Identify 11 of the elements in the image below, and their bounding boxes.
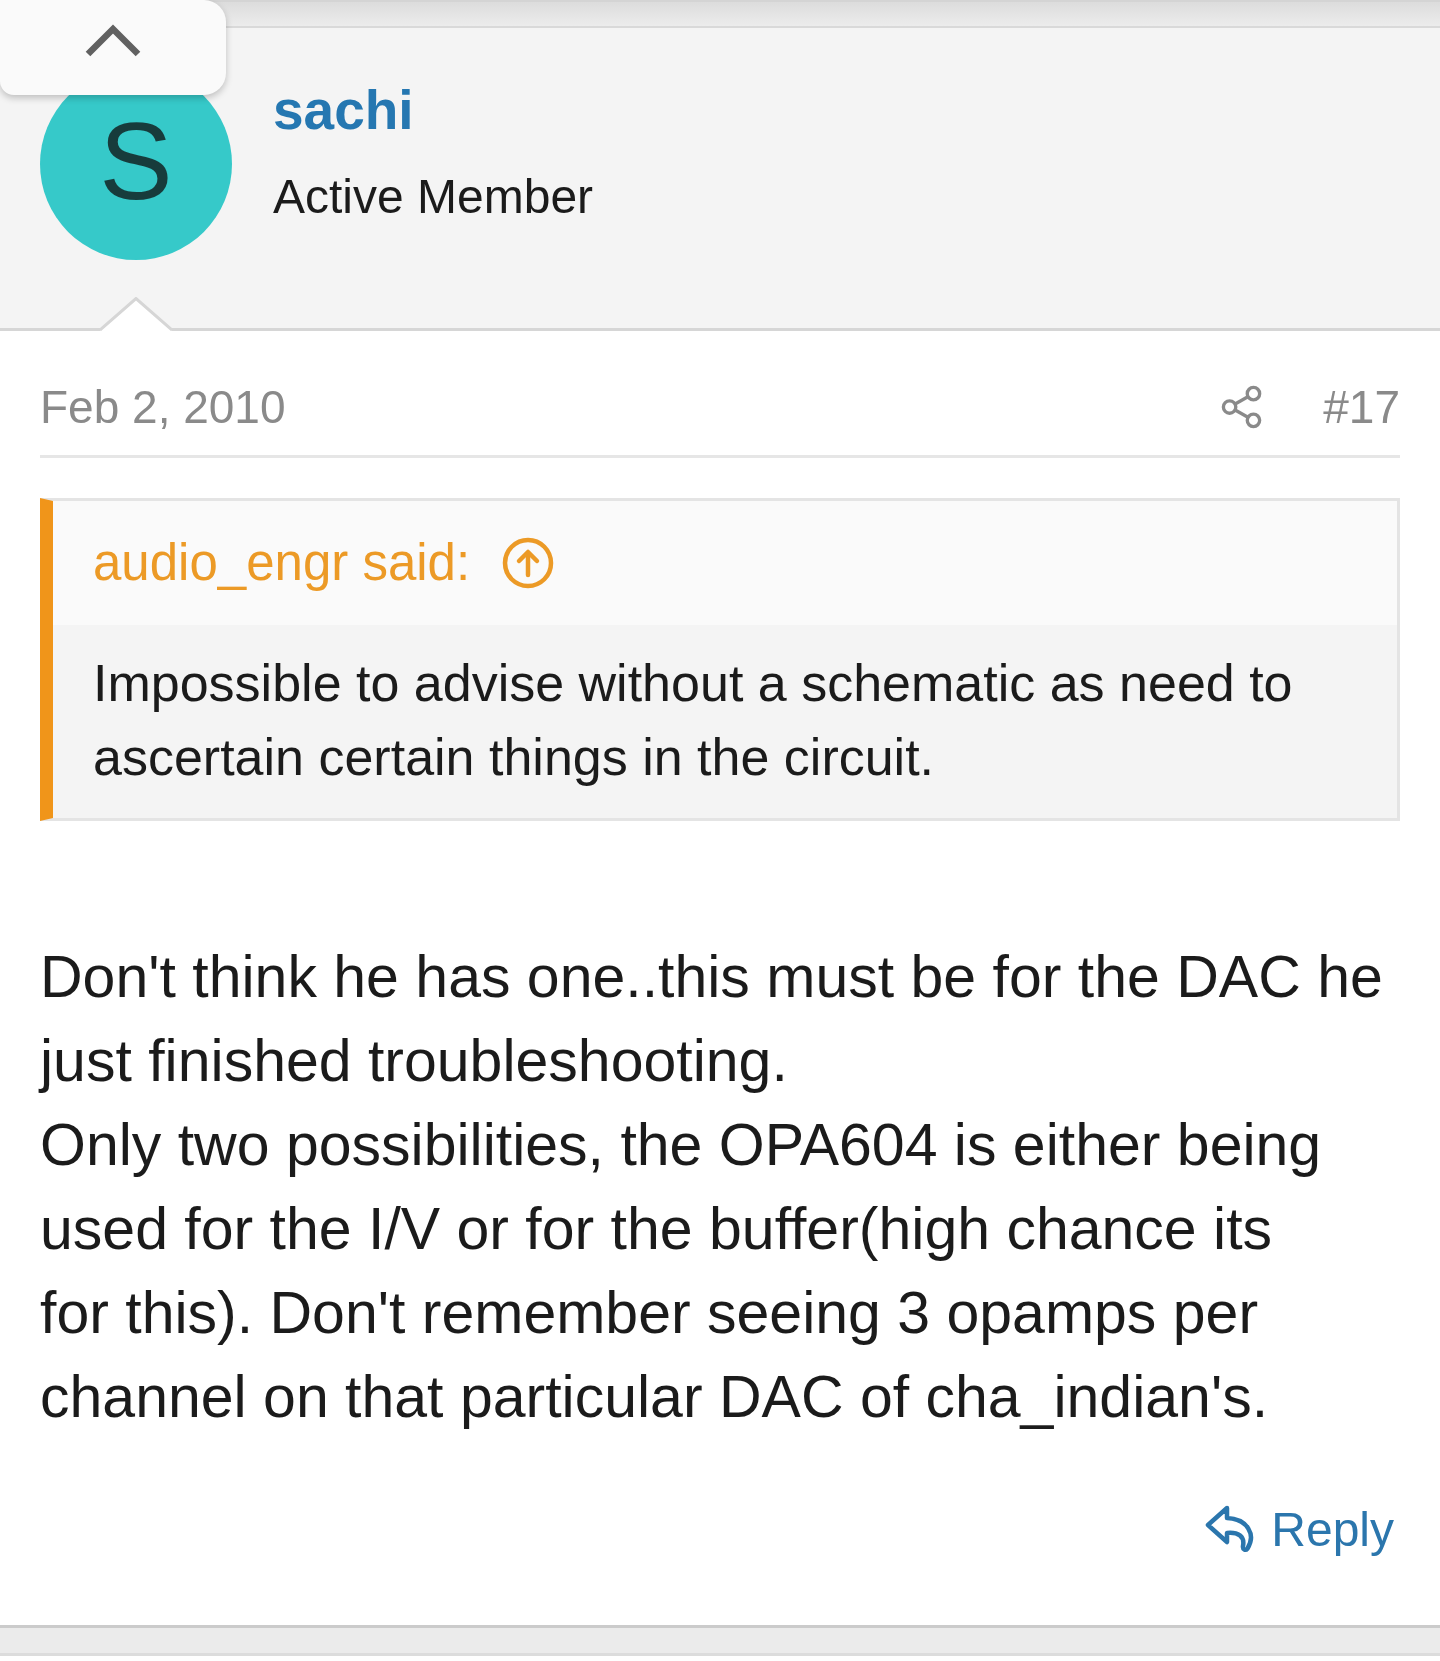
chevron-up-icon — [84, 24, 142, 58]
scroll-to-top-overlay[interactable] — [0, 0, 226, 95]
share-icon[interactable] — [1221, 385, 1264, 429]
post-body-text: Don't think he has one..this must be for the DAC he just finished troubleshooting. Only two possibilities, the OPA604 is either being used for the I/V or for the buffer(high chance its for this). Don't remember seeing 3 opamps per channel on that particular DAC of cha_indian's. — [40, 943, 1384, 1432]
reply-button[interactable]: Reply — [1205, 1497, 1394, 1561]
post-date-link[interactable]: Feb 2, 2010 — [40, 379, 286, 435]
username-link[interactable]: sachi — [273, 78, 414, 142]
quote-text: Impossible to advise without a schematic as need to ascertain certain things in the circuit. — [93, 653, 1294, 788]
user-title: Active Member — [273, 169, 594, 225]
arrow-up-circle-icon[interactable] — [502, 537, 555, 589]
post-number-link[interactable]: #17 — [1323, 379, 1400, 435]
